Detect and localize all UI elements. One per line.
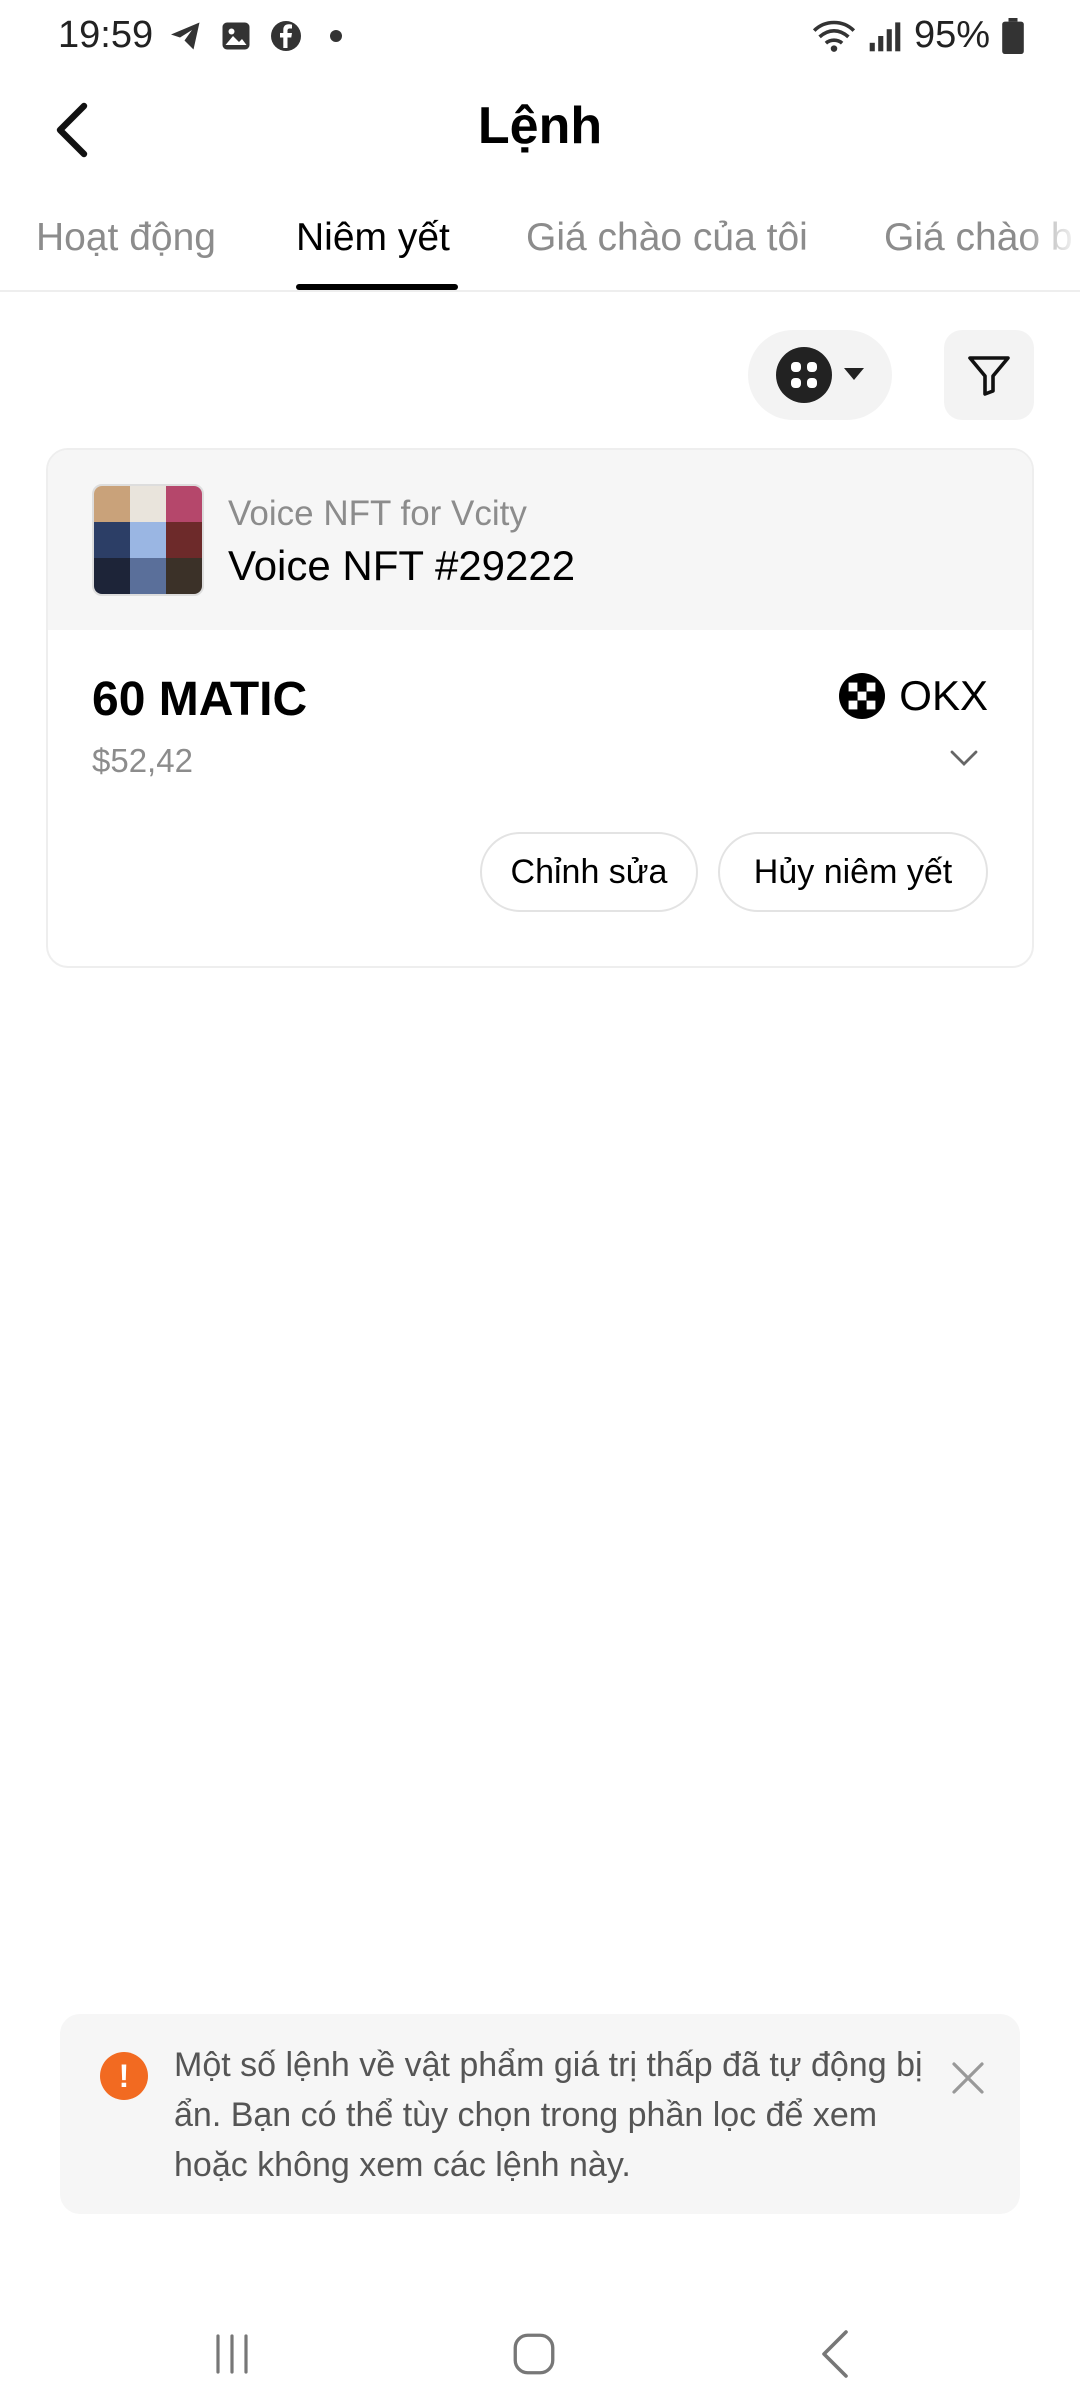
chain-selector[interactable] (748, 330, 892, 420)
status-icons-right: 95% (812, 14, 1024, 57)
listing-price-usd: $52,42 (92, 742, 193, 779)
wifi-icon (812, 20, 856, 52)
filter-icon (968, 356, 1010, 396)
tab-fade (1020, 200, 1080, 290)
nft-thumbnail (92, 484, 204, 596)
tab-bar: Hoạt động Niêm yết Giá chào của tôi Giá … (0, 200, 1080, 292)
battery-icon (1002, 17, 1024, 54)
system-nav-bar (0, 2290, 1080, 2408)
marketplace-label: OKX (899, 672, 988, 719)
listing-price: 60 MATIC (92, 673, 308, 726)
chevron-down-icon[interactable] (950, 750, 978, 766)
marketplace[interactable]: OKX (839, 672, 988, 720)
status-bar: 19:59 95% (0, 0, 1080, 72)
telegram-icon (171, 22, 200, 50)
home-button[interactable] (494, 2314, 574, 2394)
home-icon (513, 2333, 555, 2375)
status-icons-left (168, 18, 354, 54)
signal-icon (869, 21, 901, 51)
tab-listings[interactable]: Niêm yết (296, 216, 450, 260)
hidden-orders-notice: ! Một số lệnh về vật phẩm giá trị thấp đ… (60, 2014, 1020, 2214)
toolbar (0, 330, 1080, 420)
header: Lệnh (0, 80, 1080, 180)
collection-name: Voice NFT for Vcity (228, 494, 527, 533)
page-title: Lệnh (477, 97, 603, 155)
dot-icon (330, 30, 342, 42)
tab-my-offers[interactable]: Giá chào của tôi (526, 216, 808, 260)
gallery-icon (222, 22, 250, 50)
system-back-button[interactable] (796, 2314, 876, 2394)
recents-icon (216, 2334, 248, 2374)
recents-button[interactable] (192, 2314, 272, 2394)
nft-header[interactable]: Voice NFT for Vcity Voice NFT #29222 (48, 450, 1032, 630)
active-tab-indicator (296, 284, 458, 290)
battery-percent: 95% (913, 14, 990, 56)
tab-activity[interactable]: Hoạt động (36, 216, 216, 260)
edit-button[interactable]: Chỉnh sửa (480, 832, 698, 912)
notice-text: Một số lệnh về vật phẩm giá trị thấp đã … (174, 2046, 923, 2184)
caret-down-icon (844, 368, 864, 380)
unlist-button[interactable]: Hủy niêm yết (718, 832, 988, 912)
okx-logo-icon (839, 673, 886, 719)
grid-icon (776, 347, 832, 403)
warning-icon: ! (100, 2052, 148, 2100)
notice-close-button[interactable] (944, 2054, 992, 2102)
facebook-icon (271, 21, 301, 51)
filter-button[interactable] (944, 330, 1034, 420)
listing-card: Voice NFT for Vcity Voice NFT #29222 60 … (46, 448, 1034, 968)
nft-name: Voice NFT #29222 (228, 542, 576, 589)
status-time: 19:59 (58, 14, 154, 56)
close-icon (952, 2062, 984, 2094)
system-back-icon (822, 2330, 848, 2378)
